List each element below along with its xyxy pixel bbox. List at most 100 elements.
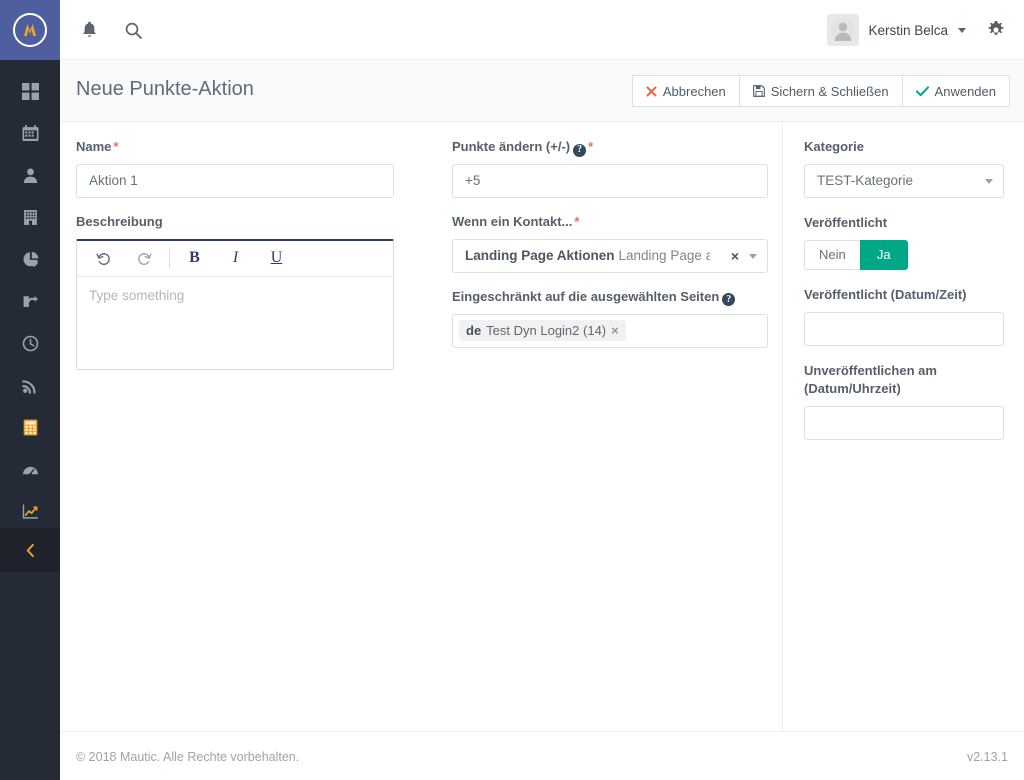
- trigger-clear-icon[interactable]: ×: [731, 248, 739, 264]
- bold-button[interactable]: B: [174, 241, 215, 275]
- top-bar-right-actions: Kerstin Belca: [823, 0, 1016, 60]
- sidebar-item-segments[interactable]: [0, 238, 60, 280]
- check-icon: [915, 85, 929, 97]
- publish-down-field-group: Unveröffentlichen am (Datum/Uhrzeit): [804, 362, 1004, 441]
- sidebar-item-points-triggers[interactable]: [0, 280, 60, 322]
- chevron-down-icon: [749, 253, 757, 259]
- page-actions-toolbar: Abbrechen Sichern & Schließen Anwenden: [631, 75, 1010, 107]
- bell-icon: [82, 21, 96, 37]
- footer-copyright: © 2018 Mautic. Alle Rechte vorbehalten.: [76, 750, 300, 764]
- restricted-pages-label-text: Eingeschränkt auf die ausgewählten Seite…: [452, 288, 720, 304]
- apply-button[interactable]: Anwenden: [901, 75, 1010, 107]
- restricted-pages-field-group: Eingeschränkt auf die ausgewählten Seite…: [452, 288, 768, 348]
- undo-icon[interactable]: [83, 241, 124, 275]
- name-label-text: Name: [76, 139, 112, 154]
- left-sidebar: [0, 0, 60, 780]
- points-input[interactable]: [452, 163, 768, 198]
- avatar: [827, 14, 860, 46]
- name-field-group: Name *: [76, 138, 394, 198]
- close-icon: [646, 85, 657, 97]
- gear-icon: [988, 21, 1004, 35]
- category-select-value: TEST-Kategorie: [817, 173, 914, 189]
- italic-button[interactable]: I: [215, 241, 256, 275]
- page-header: Neue Punkte-Aktion Abbrechen Sichern & S…: [60, 60, 1024, 122]
- trigger-label-text: Wenn ein Kontakt...: [452, 213, 573, 229]
- category-select[interactable]: TEST-Kategorie: [804, 163, 1004, 198]
- sidebar-item-reports[interactable]: [0, 490, 60, 532]
- tag-item: de Test Dyn Login2 (14) ×: [459, 320, 626, 342]
- save-icon: [752, 85, 765, 97]
- notifications-button[interactable]: [70, 11, 108, 49]
- trigger-select-value-wrap: Landing Page Aktionen Landing Page aufrr…: [465, 248, 710, 263]
- search-icon: [125, 22, 142, 39]
- required-marker: *: [574, 213, 580, 229]
- publish-down-input[interactable]: [804, 406, 1004, 441]
- tag-language: de: [466, 323, 482, 339]
- published-label: Veröffentlicht: [804, 214, 888, 230]
- category-field-group: Kategorie TEST-Kategorie: [804, 138, 1004, 198]
- chevron-left-icon: [26, 543, 34, 557]
- form-column-middle: Punkte ändern (+/-)?* Wenn ein Kontakt..…: [452, 138, 768, 363]
- sidebar-item-dashboard[interactable]: [0, 70, 60, 112]
- user-menu[interactable]: Kerstin Belca: [823, 10, 976, 50]
- points-label-text: Punkte ändern (+/-): [452, 139, 571, 154]
- name-label: Name *: [76, 138, 394, 157]
- tag-label: Test Dyn Login2 (14): [486, 323, 607, 339]
- redo-icon[interactable]: [124, 241, 165, 275]
- save-and-close-button[interactable]: Sichern & Schließen: [738, 75, 902, 107]
- top-bar-left-actions: [70, 0, 152, 60]
- sidebar-collapse-button[interactable]: [0, 528, 60, 572]
- published-option-yes[interactable]: Ja: [859, 239, 908, 270]
- publish-up-field-group: Veröffentlicht (Datum/Zeit): [804, 286, 1004, 346]
- help-icon[interactable]: ?: [573, 143, 587, 157]
- sidebar-item-campaigns[interactable]: [0, 322, 60, 364]
- save-and-close-button-label: Sichern & Schließen: [770, 83, 889, 99]
- top-bar: Kerstin Belca: [60, 0, 1024, 60]
- settings-button[interactable]: [976, 0, 1016, 60]
- underline-button[interactable]: U: [256, 241, 297, 275]
- form-column-left: Name* Beschreibung: [76, 138, 394, 385]
- user-name: Kerstin Belca: [868, 22, 948, 38]
- footer: © 2018 Mautic. Alle Rechte vorbehalten. …: [60, 731, 1024, 780]
- toolbar-divider: [169, 247, 170, 270]
- cancel-button-label: Abbrechen: [662, 83, 726, 99]
- footer-version: v2.13.1: [966, 750, 1008, 764]
- description-label: Beschreibung: [76, 213, 163, 229]
- trigger-label: Wenn ein Kontakt... *: [452, 213, 768, 232]
- brand-logo-button[interactable]: [0, 0, 60, 60]
- required-marker: *: [113, 139, 119, 154]
- description-editor: B I U Type something: [76, 238, 394, 370]
- main-form-pane: Name* Beschreibung: [60, 122, 783, 730]
- apply-button-label: Anwenden: [934, 83, 996, 99]
- sidebar-item-calendar[interactable]: [0, 112, 60, 154]
- trigger-field-group: Wenn ein Kontakt... * Landing Page Aktion…: [452, 213, 768, 273]
- global-search-button[interactable]: [114, 11, 152, 49]
- sidebar-item-channels[interactable]: [0, 364, 60, 406]
- trigger-select[interactable]: Landing Page Aktionen Landing Page aufrr…: [452, 238, 768, 273]
- points-label: Punkte ändern (+/-)? *: [452, 138, 768, 157]
- description-textarea[interactable]: Type something: [77, 277, 393, 369]
- chevron-down-icon: [985, 178, 993, 184]
- tag-remove-icon[interactable]: ×: [611, 323, 619, 338]
- published-option-no[interactable]: Nein: [804, 239, 860, 270]
- publish-up-label: Veröffentlicht (Datum/Zeit): [804, 286, 967, 302]
- published-field-group: Veröffentlicht Nein Ja: [804, 214, 1004, 270]
- mautic-logo: [13, 13, 47, 47]
- cancel-button[interactable]: Abbrechen: [631, 75, 739, 107]
- restricted-pages-label: Eingeschränkt auf die ausgewählten Seite…: [452, 288, 768, 307]
- publish-up-input[interactable]: [804, 311, 1004, 346]
- description-field-group: Beschreibung B I U Type something: [76, 213, 394, 370]
- help-icon[interactable]: ?: [722, 293, 736, 307]
- points-field-group: Punkte ändern (+/-)? *: [452, 138, 768, 198]
- category-label: Kategorie: [804, 139, 864, 154]
- name-input[interactable]: [76, 163, 394, 198]
- sidebar-item-points[interactable]: [0, 406, 60, 448]
- trigger-select-value: Landing Page aufrr.: [618, 248, 710, 264]
- publish-down-label: Unveröffentlichen am (Datum/Uhrzeit): [804, 362, 937, 397]
- sidebar-item-companies[interactable]: [0, 196, 60, 238]
- trigger-select-group: Landing Page Aktionen: [465, 248, 615, 264]
- sidebar-item-stages[interactable]: [0, 448, 60, 490]
- sidebar-item-contacts[interactable]: [0, 154, 60, 196]
- required-marker: *: [588, 139, 594, 154]
- restricted-pages-input[interactable]: de Test Dyn Login2 (14) ×: [452, 313, 768, 348]
